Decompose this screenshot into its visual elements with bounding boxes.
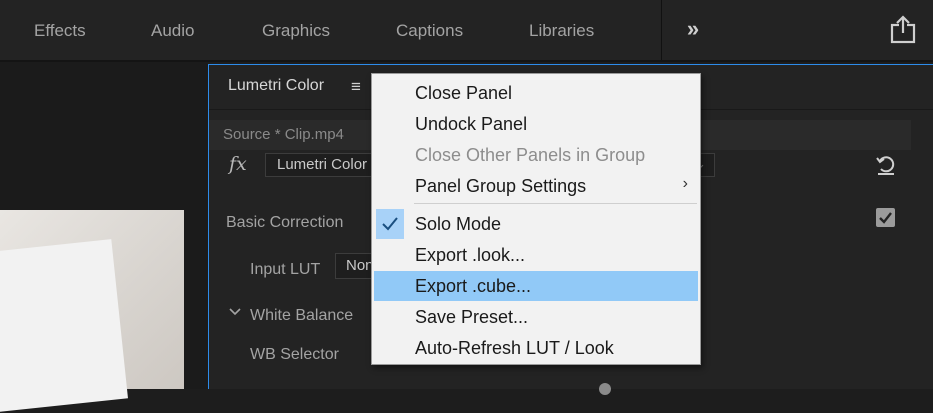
menu-item-close-other-panels[interactable]: Close Other Panels in Group — [374, 140, 698, 170]
menu-item-label: Solo Mode — [415, 214, 502, 234]
workspace-tab-audio[interactable]: Audio — [151, 0, 194, 60]
input-lut-label: Input LUT — [250, 261, 321, 278]
menu-item-close-panel[interactable]: Close Panel — [374, 78, 698, 108]
menu-item-save-preset[interactable]: Save Preset... — [374, 302, 698, 332]
basic-correction-header[interactable]: Basic Correction — [226, 214, 343, 232]
reset-icon[interactable] — [872, 151, 900, 179]
source-clip-label[interactable]: Source * Clip.mp4 — [223, 126, 344, 143]
share-icon[interactable] — [886, 14, 920, 46]
more-workspaces-button[interactable]: » — [676, 14, 710, 46]
menu-item-panel-group-settings[interactable]: Panel Group Settings › — [374, 171, 698, 201]
menu-item-export-cube[interactable]: Export .cube... — [374, 271, 698, 301]
workspace-tab-graphics[interactable]: Graphics — [262, 0, 330, 60]
menu-item-label: Export .look... — [415, 245, 526, 265]
menu-item-auto-refresh-lut[interactable]: Auto-Refresh LUT / Look — [374, 333, 698, 363]
fx-icon[interactable]: fx — [229, 153, 247, 175]
menu-item-label: Auto-Refresh LUT / Look — [415, 338, 614, 358]
white-balance-header[interactable]: White Balance — [250, 307, 353, 325]
chevron-down-icon[interactable] — [229, 305, 241, 317]
workspace-tab-libraries[interactable]: Libraries — [529, 0, 594, 60]
basic-correction-checkbox[interactable] — [876, 208, 895, 227]
menu-item-label: Panel Group Settings — [415, 176, 587, 196]
workspace-divider — [661, 0, 662, 60]
workspace-bar: Effects Audio Graphics Captions Librarie… — [0, 0, 933, 62]
workspace-tab-captions[interactable]: Captions — [396, 0, 463, 60]
workspace-tab-effects[interactable]: Effects — [34, 0, 86, 60]
menu-item-export-look[interactable]: Export .look... — [374, 240, 698, 270]
menu-item-label: Close Other Panels in Group — [415, 145, 646, 165]
menu-separator — [414, 203, 697, 204]
menu-item-label: Export .cube... — [415, 276, 532, 296]
wb-selector-label: WB Selector — [250, 346, 339, 363]
checkmark-icon — [376, 209, 404, 239]
program-monitor — [0, 62, 208, 413]
video-content — [0, 239, 128, 413]
chevron-right-icon: › — [682, 175, 688, 192]
video-frame — [0, 210, 184, 413]
menu-item-label: Save Preset... — [415, 307, 529, 327]
panel-context-menu: Close Panel Undock Panel Close Other Pan… — [371, 73, 701, 365]
menu-item-label: Undock Panel — [415, 114, 528, 134]
temperature-slider-knob[interactable] — [599, 383, 611, 395]
menu-item-label: Close Panel — [415, 83, 513, 103]
menu-item-solo-mode[interactable]: Solo Mode — [374, 209, 698, 239]
effect-dropdown-value: Lumetri Color — [277, 156, 368, 173]
panel-menu-icon[interactable]: ≡ — [345, 75, 367, 99]
panel-title[interactable]: Lumetri Color — [228, 77, 324, 95]
menu-item-undock-panel[interactable]: Undock Panel — [374, 109, 698, 139]
